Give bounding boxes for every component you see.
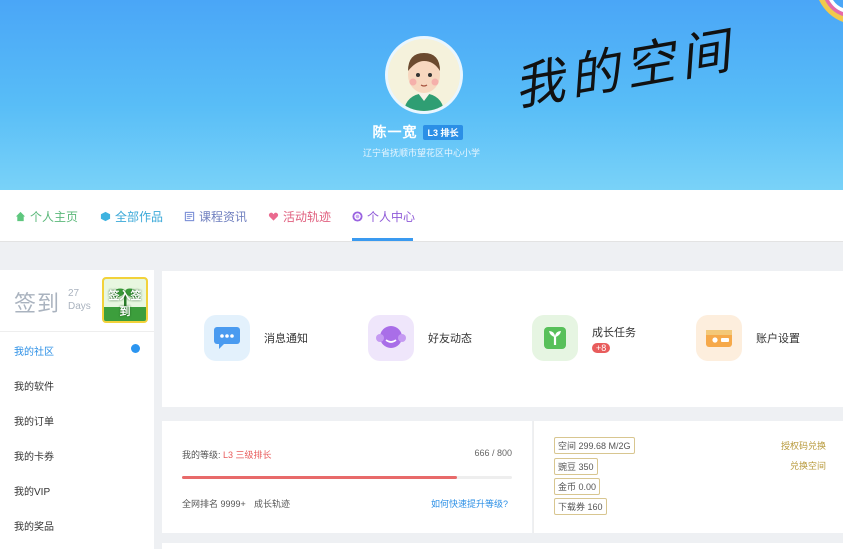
quick-action-messages[interactable]: 消息通知 bbox=[204, 313, 308, 363]
sidebar-item-orders[interactable]: 我的订单 bbox=[14, 413, 54, 428]
level-label: 我的等级: L3 三级排长 bbox=[182, 448, 272, 461]
sidebar-item-prizes[interactable]: 我的奖品 bbox=[14, 518, 54, 533]
school-name: 辽宁省抚顺市望花区中心小学 bbox=[362, 148, 480, 158]
level-badge: L3 排长 bbox=[423, 124, 463, 140]
storage-tag: 空间 299.68 M/2G bbox=[554, 437, 635, 454]
sidebar-item-vip[interactable]: 我的VIP bbox=[14, 483, 50, 498]
assets-card: 空间 299.68 M/2G 豌豆 350 金币 0.00 下载券 160 授权… bbox=[533, 421, 843, 533]
sign-in-button[interactable]: 签入签到 bbox=[102, 277, 148, 323]
peas-tag: 豌豆 350 bbox=[554, 458, 598, 475]
home-icon bbox=[15, 211, 26, 221]
tab-courses[interactable]: 课程资讯 bbox=[184, 190, 247, 242]
quick-action-label: 成长任务 bbox=[592, 326, 636, 339]
profile-nav: 个人主页 全部作品 课程资讯 活动轨迹 个人中心 bbox=[0, 190, 843, 242]
tab-works[interactable]: 全部作品 bbox=[100, 190, 163, 242]
user-name-row: 陈一宽 L3 排长 bbox=[0, 122, 843, 142]
sidebar-item-coupons[interactable]: 我的卡券 bbox=[14, 448, 54, 463]
growth-track-link[interactable]: 成长轨迹 bbox=[254, 497, 290, 510]
download-voucher-tag: 下载券 160 bbox=[554, 498, 607, 515]
friend-face-icon bbox=[368, 315, 414, 361]
quick-action-label: 好友动态 bbox=[428, 333, 472, 345]
sign-days-unit: Days bbox=[68, 301, 91, 312]
tab-personal-center[interactable]: 个人中心 bbox=[352, 190, 415, 242]
cube-icon bbox=[100, 211, 111, 221]
chat-bubble-icon bbox=[204, 315, 250, 361]
level-progress-track bbox=[182, 476, 512, 479]
space-title: 我的空间 bbox=[509, 21, 741, 118]
bottom-panel-edge bbox=[162, 543, 843, 549]
level-score: 666 / 800 bbox=[474, 448, 512, 458]
redeem-space-link[interactable]: 兑换空间 bbox=[790, 459, 826, 472]
sidebar: 签到 27 Days 签入签到 bbox=[0, 270, 154, 549]
coins-tag: 金币 0.00 bbox=[554, 478, 601, 495]
wallet-icon bbox=[696, 315, 742, 361]
sprout-icon bbox=[532, 315, 578, 361]
global-rank: 全网排名 9999+ bbox=[182, 499, 246, 509]
tab-home[interactable]: 个人主页 bbox=[15, 190, 78, 242]
heart-icon bbox=[268, 212, 279, 221]
sign-in-button-label: 签入签到 bbox=[108, 290, 142, 318]
sidebar-item-community[interactable]: 我的社区 bbox=[14, 343, 54, 358]
tab-label: 课程资讯 bbox=[199, 209, 248, 224]
quick-action-friends[interactable]: 好友动态 bbox=[368, 313, 472, 363]
tab-label: 活动轨迹 bbox=[283, 209, 332, 224]
sign-in-panel: 签到 27 Days 签入签到 bbox=[0, 270, 154, 332]
quick-action-label: 消息通知 bbox=[264, 333, 308, 345]
level-progress-fill bbox=[182, 476, 457, 479]
sign-title: 签到 bbox=[14, 291, 61, 316]
unread-dot bbox=[131, 344, 140, 353]
sidebar-item-software[interactable]: 我的软件 bbox=[14, 378, 54, 393]
tab-activity[interactable]: 活动轨迹 bbox=[268, 190, 331, 242]
quick-action-growth-tasks[interactable]: 成长任务 +8 bbox=[532, 313, 636, 363]
quick-action-label: 账户设置 bbox=[756, 333, 800, 345]
avatar[interactable] bbox=[385, 36, 463, 114]
boy-avatar-icon bbox=[388, 39, 460, 111]
profile-banner: 陈一宽 L3 排长 辽宁省抚顺市望花区中心小学 我的空间 bbox=[0, 0, 843, 190]
level-card: 我的等级: L3 三级排长 666 / 800 全网排名 9999+ 成长轨迹 … bbox=[162, 421, 532, 533]
task-count-badge: +8 bbox=[592, 342, 611, 353]
user-name: 陈一宽 bbox=[372, 124, 418, 140]
tab-label: 全部作品 bbox=[115, 209, 164, 224]
tab-label: 个人中心 bbox=[367, 209, 416, 224]
level-value: L3 三级排长 bbox=[223, 450, 272, 460]
quick-action-account-settings[interactable]: 账户设置 bbox=[696, 313, 800, 363]
ring-icon bbox=[352, 210, 363, 222]
rainbow-corner-icon bbox=[819, 0, 843, 22]
active-tab-indicator bbox=[352, 238, 413, 241]
tab-label: 个人主页 bbox=[30, 209, 79, 224]
redeem-code-link[interactable]: 授权码兑换 bbox=[781, 439, 826, 452]
quick-actions-panel: 消息通知 好友动态 成长任务 +8 账户设置 bbox=[162, 271, 843, 407]
level-label-prefix: 我的等级: bbox=[182, 450, 221, 460]
book-icon bbox=[184, 211, 195, 221]
sign-days: 27 bbox=[68, 288, 80, 299]
level-up-help-link[interactable]: 如何快速提升等级? bbox=[431, 497, 508, 510]
